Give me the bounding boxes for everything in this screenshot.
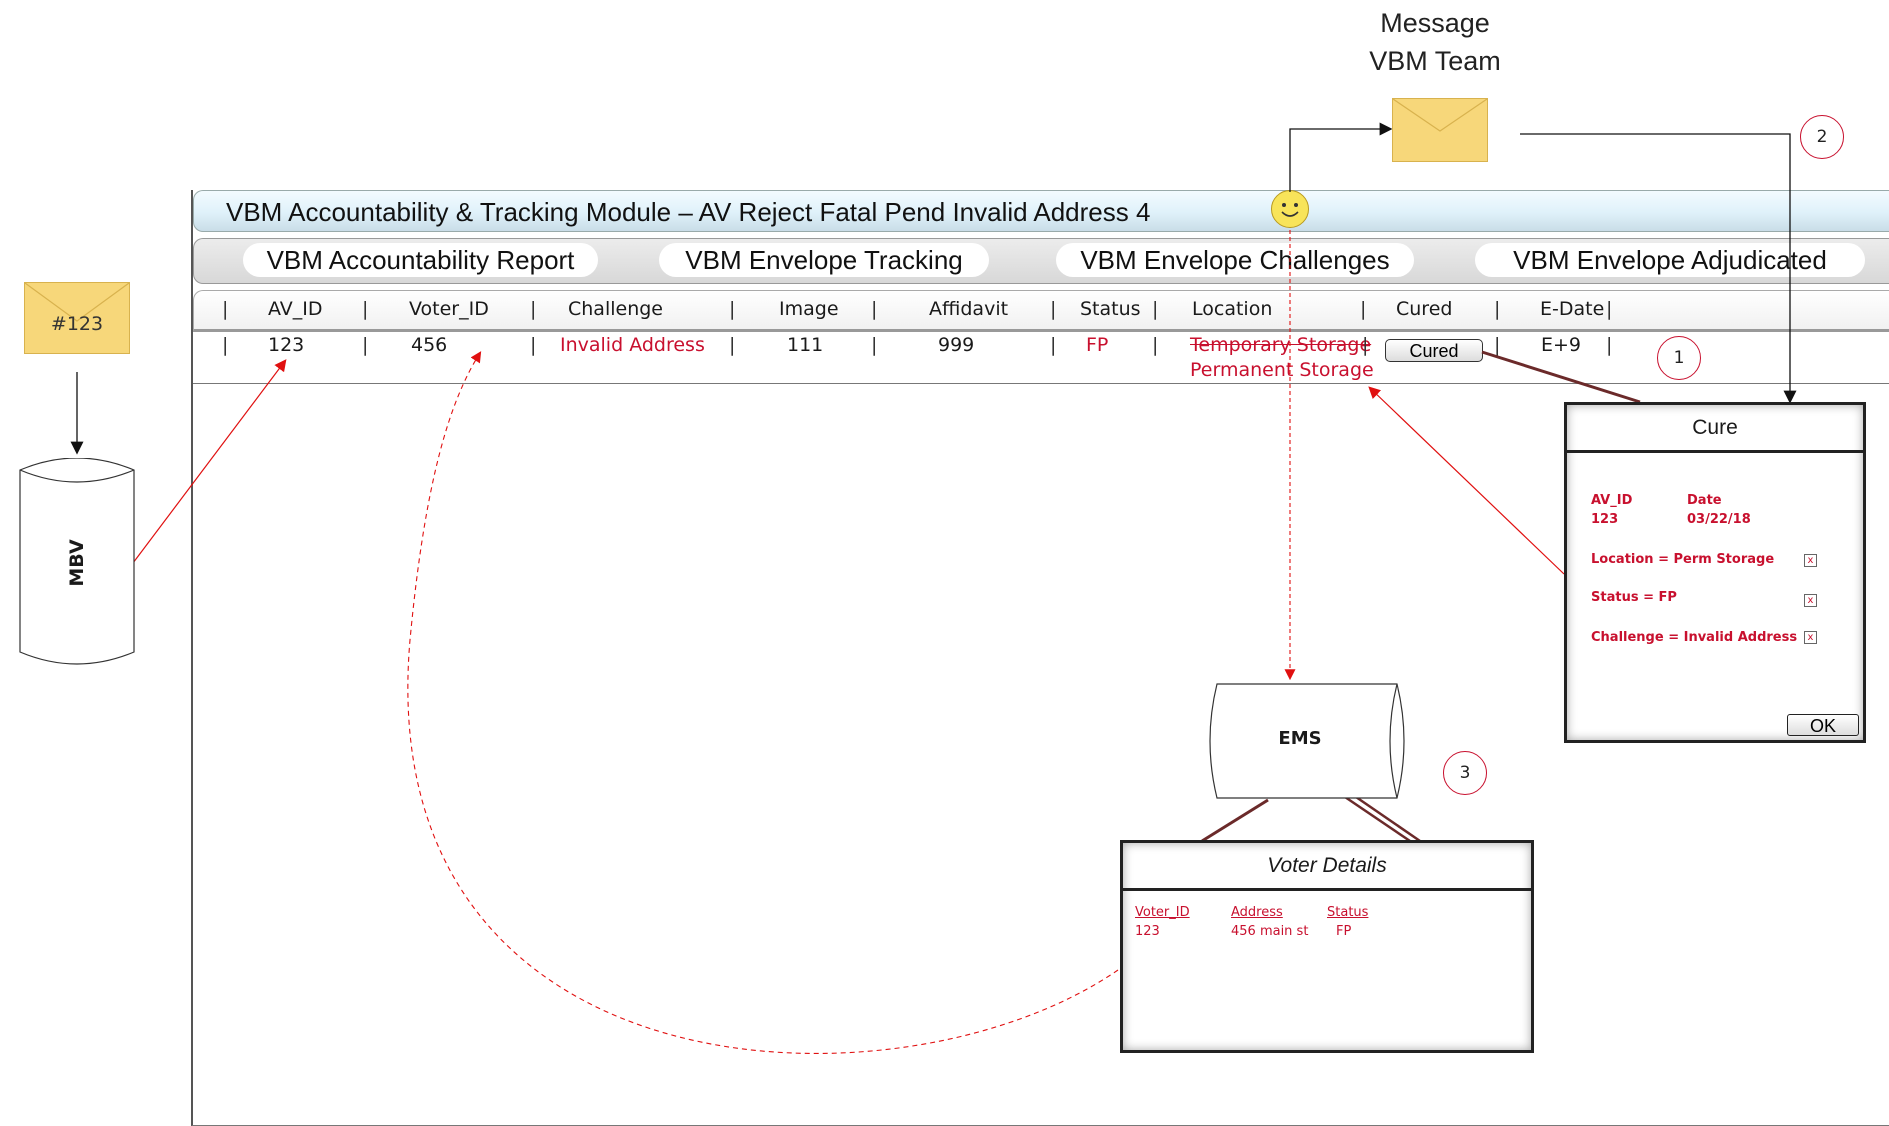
callout-2: 2 bbox=[1800, 115, 1844, 159]
cell-image: 111 bbox=[787, 334, 824, 356]
status-checkbox-icon[interactable]: x bbox=[1804, 594, 1817, 607]
window-title: VBM Accountability & Tracking Module – A… bbox=[226, 197, 1151, 227]
cured-button[interactable]: Cured bbox=[1385, 339, 1483, 362]
col-status: Status bbox=[1080, 298, 1141, 320]
cell-av-id: 123 bbox=[268, 334, 305, 356]
cell-affidavit: 999 bbox=[938, 334, 975, 356]
cure-dialog: Cure AV_ID 123 Date 03/22/18 Location = … bbox=[1564, 402, 1866, 743]
cure-status-line: Status = FP bbox=[1591, 590, 1677, 605]
ok-button[interactable]: OK bbox=[1787, 714, 1859, 736]
tab-bar: VBM Accountability Report VBM Envelope T… bbox=[193, 238, 1889, 284]
cell-location-old: Temporary Storage bbox=[1190, 334, 1372, 356]
cure-dialog-title: Cure bbox=[1567, 405, 1863, 453]
col-affidavit: Affidavit bbox=[929, 298, 1009, 320]
title-bar: VBM Accountability & Tracking Module – A… bbox=[193, 190, 1889, 232]
col-location: Location bbox=[1192, 298, 1273, 320]
cell-location-new: Permanent Storage bbox=[1190, 359, 1374, 381]
status-header: Status bbox=[1327, 905, 1369, 920]
col-cured: Cured bbox=[1396, 298, 1453, 320]
tab-accountability-report[interactable]: VBM Accountability Report bbox=[243, 243, 598, 277]
cell-challenge: Invalid Address bbox=[560, 334, 705, 356]
callout-1: 1 bbox=[1657, 336, 1701, 380]
cure-av-id-label: AV_ID bbox=[1591, 493, 1633, 508]
cell-edate: E+9 bbox=[1541, 334, 1582, 356]
voter-id-value: 123 bbox=[1135, 924, 1160, 939]
cure-av-id-value: 123 bbox=[1591, 512, 1619, 527]
message-label: Message VBM Team bbox=[1369, 8, 1501, 76]
status-value: FP bbox=[1336, 924, 1352, 939]
cure-date-value: 03/22/18 bbox=[1687, 512, 1751, 527]
challenge-checkbox-icon[interactable]: x bbox=[1804, 631, 1817, 644]
voter-details-panel: Voter Details Voter_ID Address Status 12… bbox=[1120, 840, 1534, 1053]
address-header: Address bbox=[1231, 905, 1283, 920]
cure-date-label: Date bbox=[1687, 493, 1722, 508]
callout-3: 3 bbox=[1443, 751, 1487, 795]
cell-voter-id: 456 bbox=[411, 334, 448, 356]
ems-label: EMS bbox=[1278, 728, 1322, 749]
row-divider bbox=[193, 383, 1889, 384]
tab-envelope-challenges[interactable]: VBM Envelope Challenges bbox=[1056, 243, 1414, 277]
tab-envelope-tracking[interactable]: VBM Envelope Tracking bbox=[659, 243, 989, 277]
col-challenge: Challenge bbox=[568, 298, 663, 320]
cure-challenge-line: Challenge = Invalid Address bbox=[1591, 630, 1798, 645]
voter-details-title: Voter Details bbox=[1123, 843, 1531, 891]
envelope-label: #123 bbox=[50, 313, 104, 335]
cell-status: FP bbox=[1086, 334, 1109, 356]
address-value: 456 main st bbox=[1231, 924, 1309, 939]
col-image: Image bbox=[779, 298, 839, 320]
voter-id-header: Voter_ID bbox=[1135, 905, 1190, 920]
mbv-label: MBV bbox=[66, 539, 88, 587]
col-edate: E-Date bbox=[1540, 298, 1605, 320]
envelope-icon: #123 bbox=[24, 282, 130, 354]
location-checkbox-icon[interactable]: x bbox=[1804, 554, 1817, 567]
col-av-id: AV_ID bbox=[268, 298, 323, 320]
smiley-icon bbox=[1271, 190, 1309, 228]
tab-envelope-adjudicated[interactable]: VBM Envelope Adjudicated bbox=[1475, 243, 1865, 277]
col-voter-id: Voter_ID bbox=[409, 298, 489, 320]
message-envelope-icon[interactable] bbox=[1392, 98, 1488, 162]
cure-location-line: Location = Perm Storage bbox=[1591, 552, 1775, 567]
